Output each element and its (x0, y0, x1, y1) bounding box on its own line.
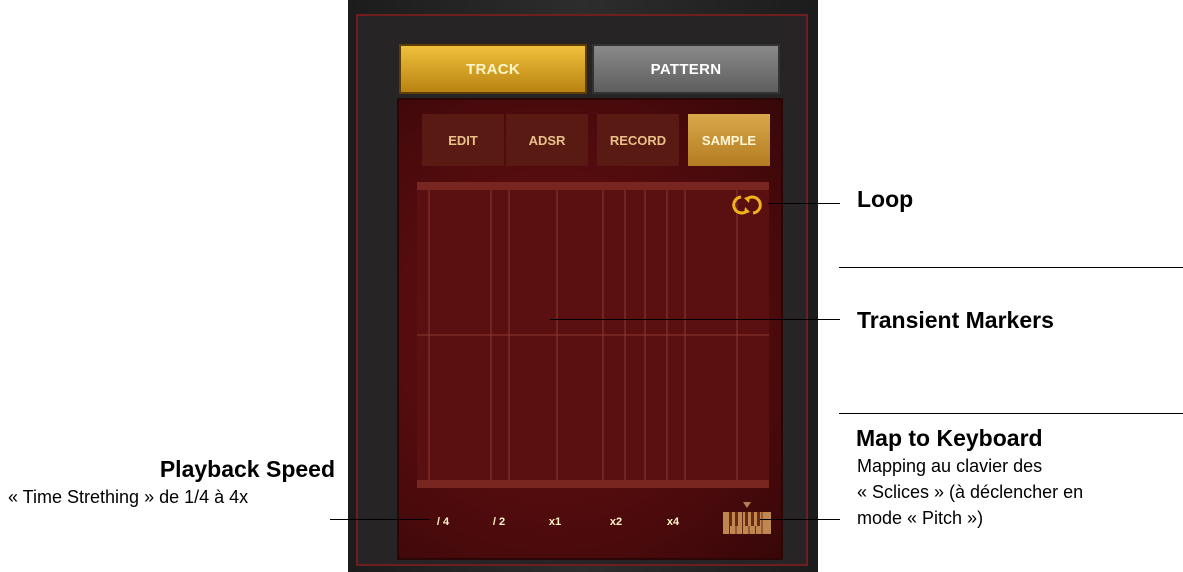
speed-half-button[interactable]: / 2 (474, 510, 524, 534)
waveform-top-bar (417, 182, 769, 190)
keyboard-annotation-line-3: mode « Pitch ») (857, 508, 984, 528)
transient-callout-line (550, 319, 840, 320)
playback-callout-line (330, 519, 430, 520)
keyboard-annotation-line-1: Mapping au clavier des (857, 456, 1043, 476)
divider-line-2 (839, 413, 1183, 414)
waveform-display[interactable] (417, 182, 769, 488)
tab-track[interactable]: TRACK (399, 44, 587, 94)
loop-icon[interactable] (731, 193, 763, 217)
loop-annotation-title: Loop (857, 186, 914, 212)
tab-edit[interactable]: EDIT (422, 114, 504, 166)
speed-quarter-button[interactable]: / 4 (418, 510, 468, 534)
speed-x1-button[interactable]: x1 (530, 510, 580, 534)
divider-line-1 (839, 267, 1183, 268)
waveform-bottom-bar (417, 480, 769, 488)
playback-annotation-subtitle: « Time Strething » de 1/4 à 4x (8, 487, 249, 507)
keyboard-annotation-line-2: « Sclices » (à déclencher en (857, 482, 1084, 502)
playback-annotation-title: Playback Speed (159, 456, 335, 482)
tab-adsr[interactable]: ADSR (506, 114, 588, 166)
speed-x2-button[interactable]: x2 (591, 510, 641, 534)
tab-sample[interactable]: SAMPLE (688, 114, 770, 166)
loop-callout-line (768, 203, 840, 204)
tab-pattern[interactable]: PATTERN (592, 44, 780, 94)
speed-x4-button[interactable]: x4 (648, 510, 698, 534)
keyboard-callout-line (760, 519, 840, 520)
tab-record[interactable]: RECORD (597, 114, 679, 166)
transient-annotation-title: Transient Markers (857, 307, 1054, 333)
keyboard-annotation-title: Map to Keyboard (856, 425, 1043, 451)
keyboard-icon[interactable] (721, 500, 773, 536)
